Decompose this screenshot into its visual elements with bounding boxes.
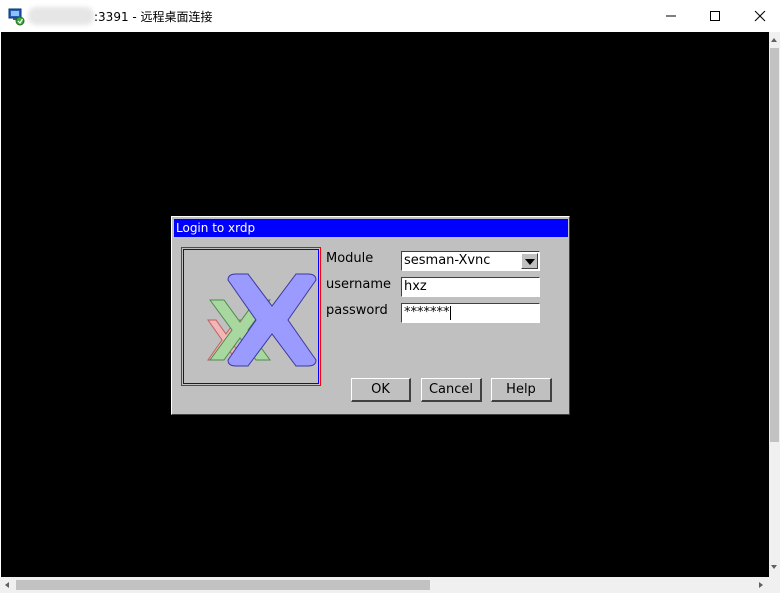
vertical-scrollbar[interactable] <box>769 32 780 577</box>
scrollbar-corner <box>769 577 780 593</box>
chevron-down-icon <box>525 259 535 265</box>
password-input[interactable]: ******* <box>401 303 540 323</box>
username-label: username <box>326 277 391 292</box>
maximize-button[interactable] <box>692 0 738 32</box>
username-value: hxz <box>404 279 427 294</box>
xrdp-logo <box>183 249 319 384</box>
window-titlebar: :3391 - 远程桌面连接 <box>0 0 780 32</box>
scroll-left-icon[interactable] <box>5 582 9 588</box>
module-select-value: sesman-Xvnc <box>404 253 491 268</box>
module-select[interactable]: sesman-Xvnc <box>401 251 540 271</box>
password-label: password <box>326 303 388 318</box>
scroll-down-icon[interactable] <box>771 565 777 569</box>
dialog-title: Login to xrdp <box>174 219 568 237</box>
cancel-button[interactable]: Cancel <box>421 378 482 402</box>
horizontal-scroll-thumb[interactable] <box>16 580 430 590</box>
password-value: ******* <box>404 305 450 320</box>
horizontal-scrollbar[interactable] <box>0 577 769 593</box>
text-caret <box>449 305 451 320</box>
xrdp-logo-frame <box>181 247 321 386</box>
xrdp-login-dialog: Login to xrdp Module sesman-Xvnc usernam… <box>171 216 570 415</box>
module-label: Module <box>326 251 374 266</box>
module-dropdown-button[interactable] <box>521 253 538 269</box>
help-button[interactable]: Help <box>491 378 552 402</box>
redacted-host <box>28 7 94 25</box>
maximize-icon <box>710 11 720 21</box>
username-input[interactable]: hxz <box>401 277 540 297</box>
xrdp-logo-icon <box>207 273 317 367</box>
window-title: :3391 - 远程桌面连接 <box>94 10 213 24</box>
scroll-up-icon[interactable] <box>771 38 777 42</box>
vertical-scroll-thumb[interactable] <box>770 48 779 442</box>
scroll-right-icon[interactable] <box>759 582 763 588</box>
minimize-icon <box>666 15 676 17</box>
remote-desktop-icon[interactable] <box>8 8 26 26</box>
ok-button[interactable]: OK <box>351 378 411 402</box>
close-button[interactable] <box>737 0 780 32</box>
remote-desktop-area[interactable]: Login to xrdp Module sesman-Xvnc usernam… <box>1 32 769 577</box>
close-icon <box>754 10 766 22</box>
minimize-button[interactable] <box>648 0 694 32</box>
